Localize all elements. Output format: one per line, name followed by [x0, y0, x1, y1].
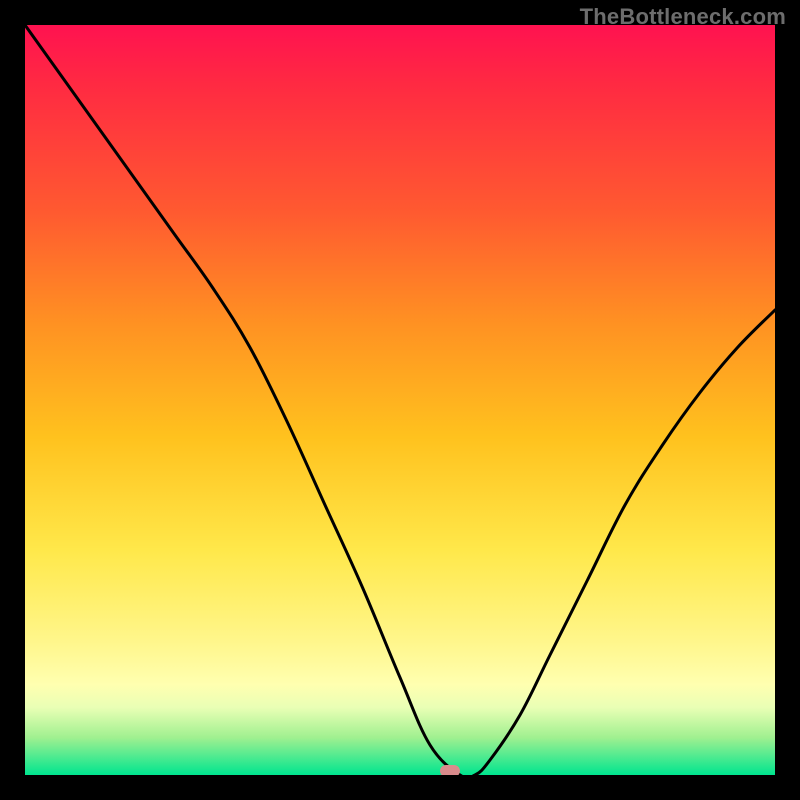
plot-area [25, 25, 775, 775]
curve-svg [25, 25, 775, 775]
optimal-marker [440, 765, 460, 775]
chart-frame: TheBottleneck.com [0, 0, 800, 800]
bottleneck-curve-path [25, 25, 775, 775]
watermark-text: TheBottleneck.com [580, 4, 786, 30]
